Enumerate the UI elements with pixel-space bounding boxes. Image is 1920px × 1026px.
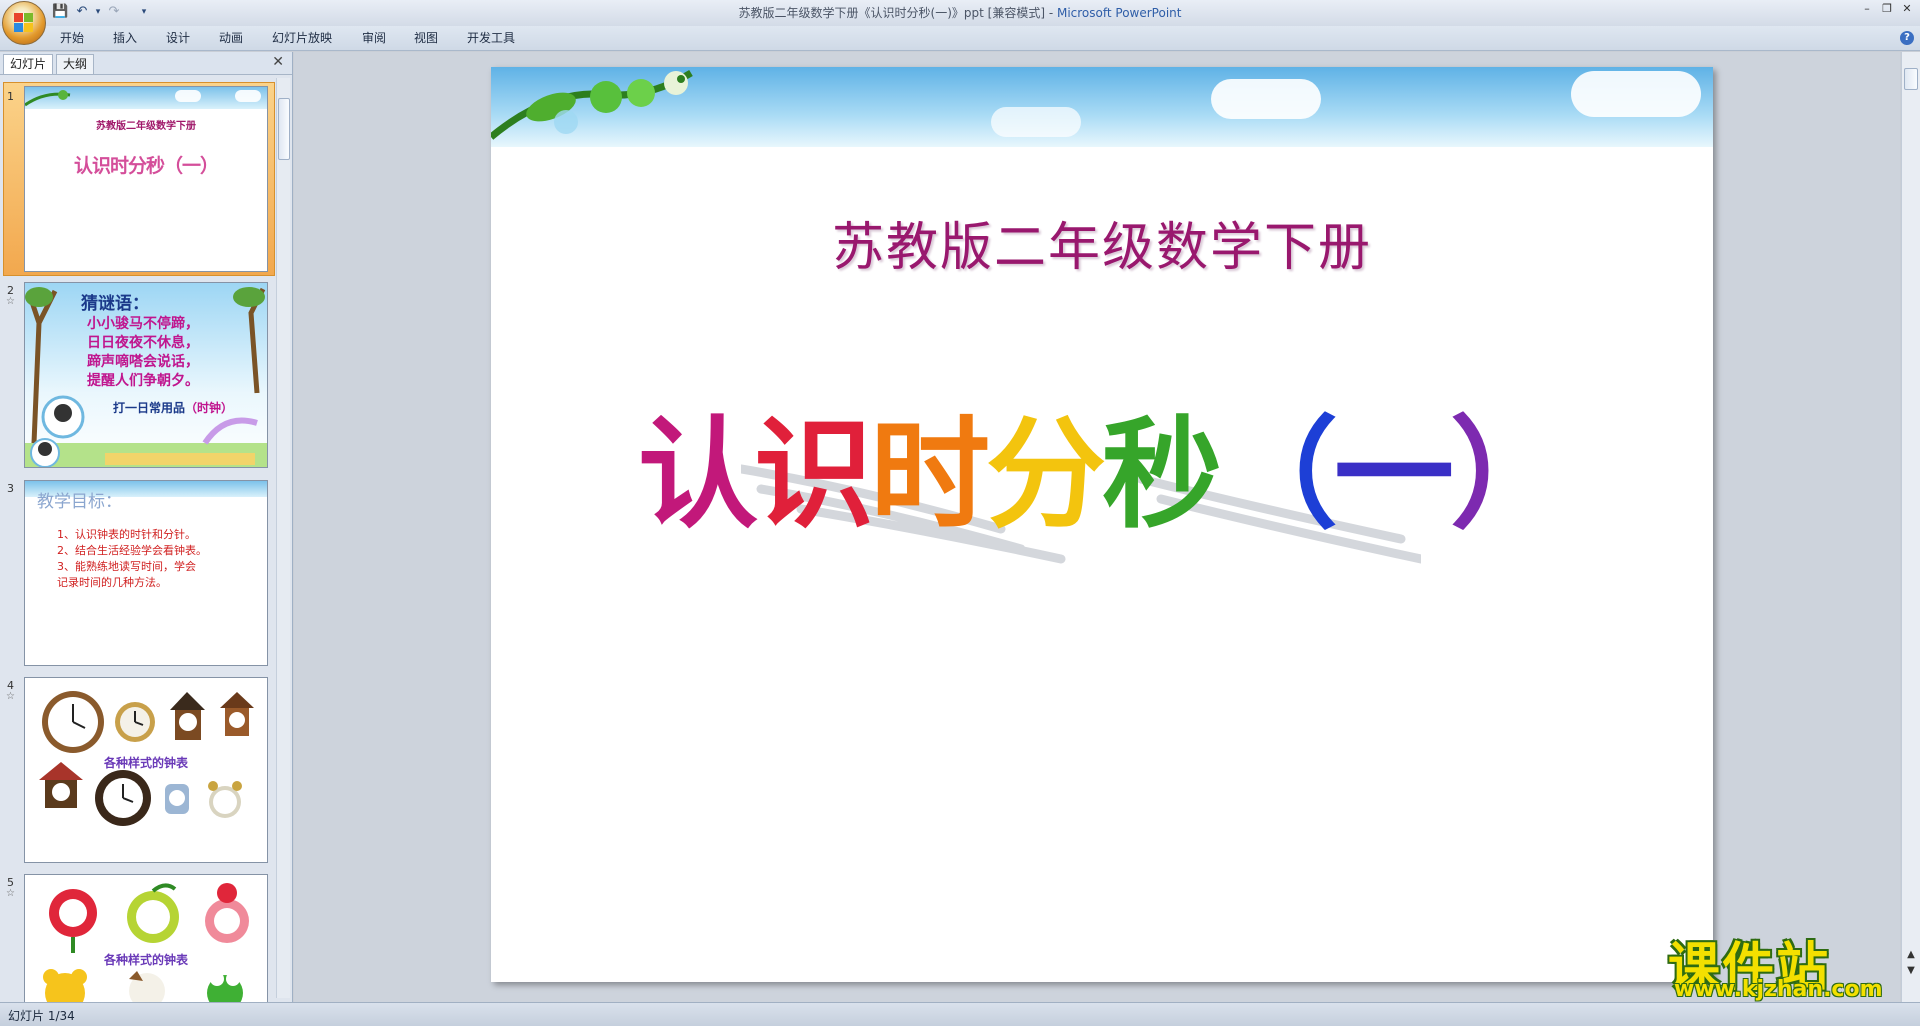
minimize-icon[interactable]: –	[1858, 2, 1876, 16]
slide-thumbnail-3[interactable]: 教学目标： 1、认识钟表的时针和分针。 2、结合生活经验学会看钟表。 3、能熟练…	[24, 480, 268, 666]
vine-image	[491, 69, 693, 140]
title-char: 秒	[1102, 406, 1222, 545]
slide-scrollbar[interactable]: ▲ ▼	[1901, 52, 1920, 1002]
title-char: 分	[986, 406, 1106, 545]
tab-view[interactable]: 视图	[414, 26, 438, 50]
tab-review[interactable]: 审阅	[362, 26, 386, 50]
slide-thumbnail-5[interactable]: 各种样式的钟表	[24, 874, 268, 1002]
office-logo-icon	[14, 13, 34, 33]
ribbon-tab-bar: 开始 插入 设计 动画 幻灯片放映 审阅 视图 开发工具 ?	[0, 26, 1920, 51]
tab-slides[interactable]: 幻灯片	[3, 54, 54, 74]
title-char: ）	[1450, 406, 1570, 545]
site-watermark: 课件站 www.kjzhan.com	[1668, 925, 1904, 1003]
thumbnails-scrollbar[interactable]	[276, 78, 290, 998]
tab-developer[interactable]: 开发工具	[467, 26, 515, 50]
animation-star-icon: ☆	[6, 888, 15, 899]
scrollbar-thumb[interactable]	[1904, 68, 1918, 90]
vine-image	[25, 90, 71, 107]
slide-counter: 幻灯片 1/34	[8, 1009, 75, 1023]
riddle-answer: 打一日常用品（时钟）	[113, 401, 234, 415]
slide-thumbnails: 1 苏教版二年级数学下册 认识时分秒（一） 2 ☆ 猜谜语： 小小骏马不停蹄， …	[0, 76, 276, 1002]
goals-heading: 教学目标：	[37, 492, 122, 512]
help-icon[interactable]: ?	[1900, 31, 1914, 45]
slides-pane: 幻灯片 大纲 ✕ 1 苏教版二年级数学下册 认识时分秒（一） 2 ☆ 猜谜语： …	[0, 52, 293, 1002]
goals-lines: 1、认识钟表的时针和分针。 2、结合生活经验学会看钟表。 3、能熟练地读写时间，…	[57, 528, 207, 589]
tab-slideshow[interactable]: 幻灯片放映	[272, 26, 332, 50]
next-slide-icon[interactable]: ▼	[1904, 964, 1918, 978]
title-bar: 💾 ↶ ▾ ↷ ▾ 苏教版二年级数学下册《认识时分秒(一)》ppt [兼容模式]…	[0, 0, 1920, 27]
slide-thumbnail-4[interactable]: 各种样式的钟表	[24, 677, 268, 863]
tab-design[interactable]: 设计	[166, 26, 190, 50]
thumbnail-title: 认识时分秒（一）	[73, 155, 219, 177]
thumbnail-subtitle: 苏教版二年级数学下册	[96, 121, 196, 132]
toy-clocks-caption: 各种样式的钟表	[103, 953, 188, 967]
title-char: 识	[754, 406, 874, 545]
title-char: 认	[638, 406, 758, 545]
current-slide[interactable]: 苏教版二年级数学下册 认识时分秒（一）	[491, 67, 1713, 982]
slide-title[interactable]: 认识时分秒（一）	[491, 377, 1713, 551]
animation-star-icon: ☆	[6, 691, 15, 702]
office-button[interactable]	[2, 1, 46, 45]
close-window-icon[interactable]: ✕	[1898, 2, 1916, 16]
toy-clocks-illustration	[43, 883, 249, 1002]
clocks-caption: 各种样式的钟表	[103, 756, 188, 770]
slide-header-image	[491, 67, 1713, 147]
scrollbar-thumb[interactable]	[278, 98, 290, 160]
riddle-heading: 猜谜语：	[81, 294, 149, 314]
window-title: 苏教版二年级数学下册《认识时分秒(一)》ppt [兼容模式] - Microso…	[738, 6, 1182, 20]
tab-home[interactable]: 开始	[60, 26, 84, 50]
title-char: 时	[870, 406, 990, 545]
slide-number: 3	[7, 482, 14, 495]
thumbnail-header-image	[25, 87, 267, 109]
close-pane-icon[interactable]: ✕	[272, 54, 284, 70]
title-char: 一	[1334, 406, 1454, 545]
tab-outline[interactable]: 大纲	[56, 54, 95, 74]
tab-insert[interactable]: 插入	[113, 26, 137, 50]
status-bar: 幻灯片 1/34	[0, 1002, 1920, 1026]
previous-slide-icon[interactable]: ▲	[1904, 948, 1918, 962]
slide-thumbnail-2[interactable]: 猜谜语： 小小骏马不停蹄， 日日夜夜不休息， 蹄声嘀嗒会说话， 提醒人们争朝夕。…	[24, 282, 268, 468]
title-char: （	[1218, 406, 1338, 545]
watermark-url: www.kjzhan.com	[1674, 977, 1883, 1002]
tab-animations[interactable]: 动画	[219, 26, 243, 50]
slide-number: 1	[7, 90, 14, 103]
slide-subtitle[interactable]: 苏教版二年级数学下册	[491, 205, 1713, 280]
slide-thumbnail-1[interactable]: 苏教版二年级数学下册 认识时分秒（一）	[24, 86, 268, 272]
riddle-lines: 小小骏马不停蹄， 日日夜夜不休息， 蹄声嘀嗒会说话， 提醒人们争朝夕。	[87, 316, 199, 389]
animation-star-icon: ☆	[6, 296, 15, 307]
pane-tabs: 幻灯片 大纲 ✕	[0, 52, 292, 75]
restore-icon[interactable]: ❐	[1878, 2, 1896, 16]
